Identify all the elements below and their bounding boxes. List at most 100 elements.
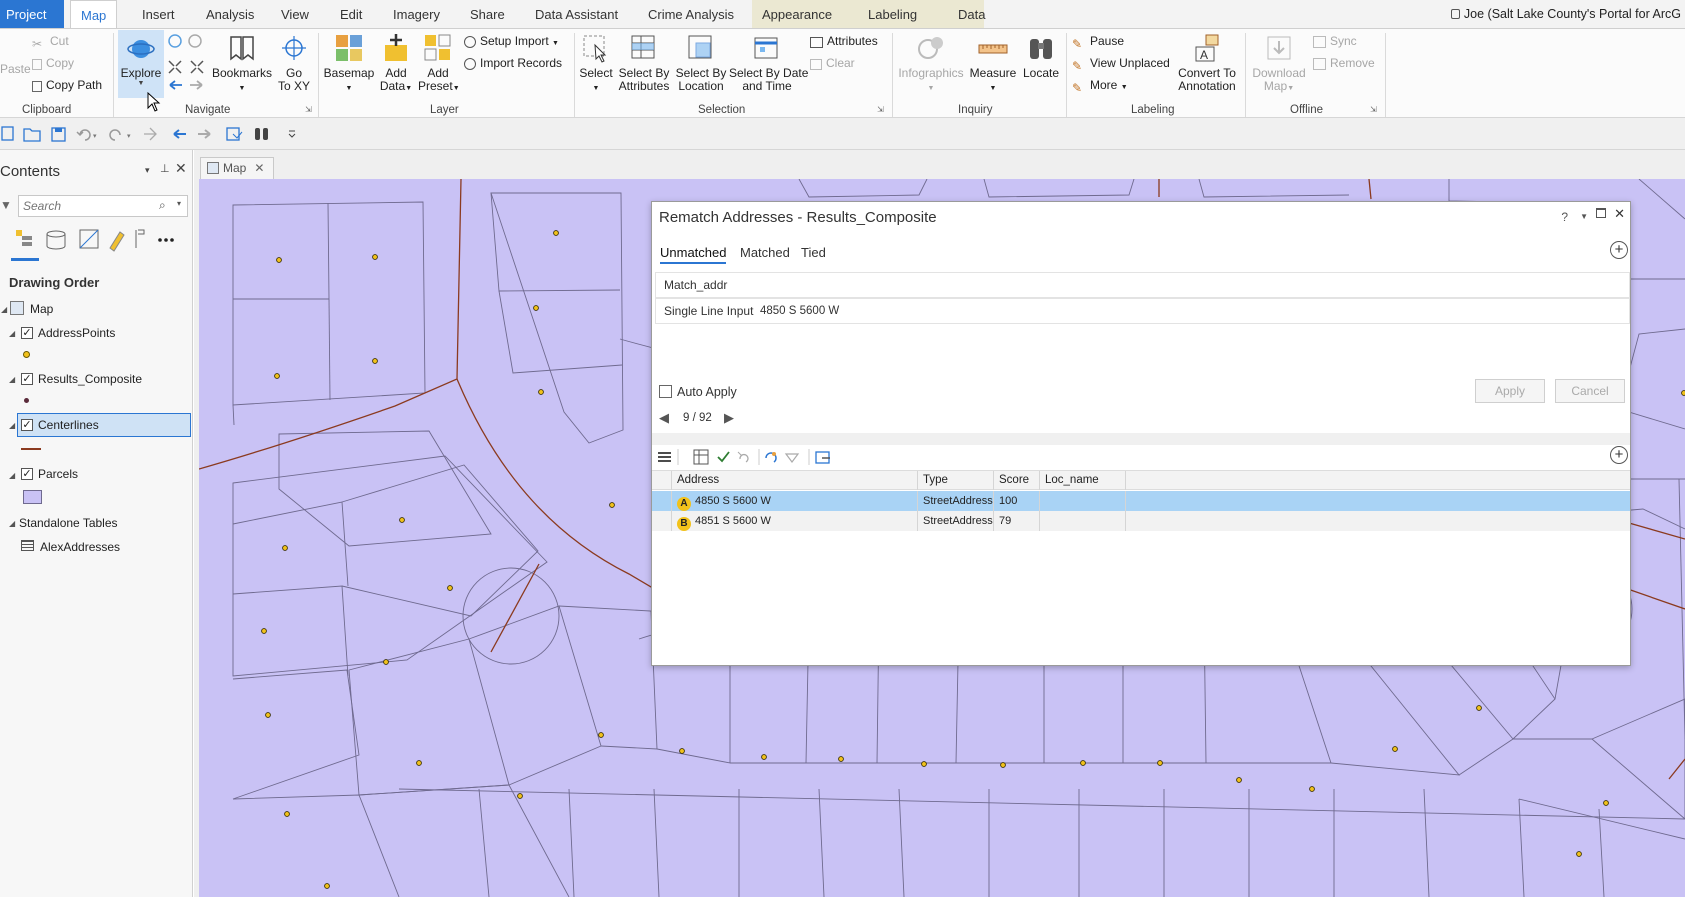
tab-analysis[interactable]: Analysis <box>196 0 264 28</box>
more-options-icon[interactable] <box>158 238 174 242</box>
user-account[interactable]: Joe (Salt Lake County's Portal for ArcG <box>1450 0 1681 28</box>
collapse-triangle-icon[interactable]: ◢ <box>1 305 7 314</box>
collapse-triangle-icon[interactable]: ◢ <box>9 421 15 430</box>
zoom-to-candidate-icon[interactable] <box>765 452 777 463</box>
add-data-button[interactable]: Add Data▼ <box>378 33 414 95</box>
contents-search-box[interactable]: ⌕ ▾ <box>18 195 188 217</box>
toc-layer-centerlines[interactable]: Centerlines <box>38 418 99 432</box>
toc-map[interactable]: Map <box>30 302 53 316</box>
sync-button[interactable]: Sync <box>1313 33 1357 49</box>
dialog-launcher-icon[interactable]: ⇲ <box>1370 105 1377 114</box>
single-line-input-field[interactable]: 4850 S 5600 W <box>760 299 839 323</box>
back-arrow-icon[interactable] <box>173 129 186 139</box>
collapse-triangle-icon[interactable]: ◢ <box>9 519 15 528</box>
open-folder-icon[interactable] <box>23 128 41 142</box>
tab-edit[interactable]: Edit <box>330 0 372 28</box>
customize-dropdown-icon[interactable] <box>288 130 296 138</box>
copy-button[interactable]: Copy <box>32 55 74 71</box>
map-view-tab[interactable]: Map ✕ <box>200 157 274 179</box>
tab-data-assistant[interactable]: Data Assistant <box>525 0 628 28</box>
table-row[interactable]: B 4851 S 5600 W StreetAddress 79 <box>652 511 1630 531</box>
export-icon[interactable] <box>815 451 830 464</box>
add-icon[interactable]: + <box>1610 446 1628 464</box>
clear-selection-button[interactable]: Clear <box>810 55 855 71</box>
tab-crime-analysis[interactable]: Crime Analysis <box>638 0 744 28</box>
chevron-down-icon[interactable]: ▾ <box>177 199 181 208</box>
close-pane-icon[interactable]: ✕ <box>175 160 187 177</box>
search-icon[interactable]: ⌕ <box>159 198 166 213</box>
column-header-address[interactable]: Address <box>672 471 918 490</box>
collapse-triangle-icon[interactable]: ◢ <box>9 329 15 338</box>
flash-candidate-icon[interactable] <box>784 453 800 463</box>
tab-insert[interactable]: Insert <box>132 0 185 28</box>
list-by-drawing-order-icon[interactable] <box>11 230 39 261</box>
select-button[interactable]: Select ▼ <box>578 33 614 95</box>
tab-tied[interactable]: Tied <box>801 245 826 260</box>
cancel-button[interactable]: Cancel <box>1555 379 1625 403</box>
select-by-date-button[interactable]: Select By Date and Time <box>729 33 808 93</box>
row-selector[interactable] <box>652 511 672 531</box>
locate-button[interactable]: Locate <box>1020 33 1062 80</box>
import-records-button[interactable]: Import Records <box>464 55 562 71</box>
add-preset-button[interactable]: Add Preset▼ <box>418 33 460 95</box>
close-icon[interactable]: ✕ <box>1614 206 1625 222</box>
unmatch-icon[interactable] <box>737 451 749 463</box>
help-icon[interactable]: ? <box>1561 210 1568 224</box>
maximize-icon[interactable] <box>1596 208 1606 218</box>
toc-layer-results-composite[interactable]: Results_Composite <box>38 372 142 386</box>
save-edits-icon[interactable] <box>226 127 243 141</box>
bookmarks-button[interactable]: Bookmarks ▼ <box>212 33 272 95</box>
cut-button[interactable]: ✂ Cut <box>32 33 69 51</box>
download-map-button[interactable]: Download Map▼ <box>1249 33 1309 95</box>
column-header-loc-name[interactable]: Loc_name <box>1040 471 1126 490</box>
setup-import-button[interactable]: Setup Import ▼ <box>464 33 559 52</box>
visibility-checkbox[interactable]: ✓ <box>21 327 33 339</box>
column-header-score[interactable]: Score <box>994 471 1040 490</box>
select-by-attributes-button[interactable]: Select By Attributes <box>617 33 671 93</box>
tab-map[interactable]: Map <box>70 0 118 29</box>
visibility-checkbox[interactable]: ✓ <box>21 373 33 385</box>
auto-apply-checkbox[interactable] <box>659 385 672 398</box>
match-checkmark-icon[interactable] <box>717 451 730 463</box>
dialog-launcher-icon[interactable]: ⇲ <box>305 105 312 114</box>
visibility-checkbox[interactable]: ✓ <box>21 468 33 480</box>
close-tab-icon[interactable]: ✕ <box>254 161 264 175</box>
tab-imagery[interactable]: Imagery <box>383 0 450 28</box>
table-row[interactable]: A 4850 S 5600 W StreetAddress 100 <box>652 491 1630 511</box>
toc-table-alexaddresses[interactable]: AlexAddresses <box>40 540 120 554</box>
list-by-snapping-icon[interactable] <box>135 229 145 248</box>
binoculars-icon[interactable] <box>255 128 268 140</box>
basemap-button[interactable]: Basemap ▼ <box>322 33 376 95</box>
paste-button[interactable]: Paste <box>0 63 31 76</box>
attributes-button[interactable]: Attributes <box>810 33 878 49</box>
forward-arrow-icon[interactable] <box>198 129 211 139</box>
list-by-editing-icon[interactable] <box>109 231 125 252</box>
measure-button[interactable]: Measure ▼ <box>968 33 1018 95</box>
remove-button[interactable]: Remove <box>1313 55 1375 71</box>
pause-labeling-button[interactable]: ✎ Pause <box>1072 33 1124 51</box>
apply-button[interactable]: Apply <box>1475 379 1545 403</box>
select-by-location-button[interactable]: Select By Location <box>674 33 728 93</box>
list-by-selection-icon[interactable] <box>79 229 99 249</box>
previous-extent-icon[interactable] <box>144 127 157 141</box>
menu-icon[interactable] <box>658 452 671 462</box>
toc-layer-parcels[interactable]: Parcels <box>38 467 78 481</box>
list-by-source-icon[interactable] <box>46 230 66 250</box>
contents-search-input[interactable] <box>23 197 151 215</box>
next-record-icon[interactable]: ▶ <box>724 410 734 426</box>
tab-data[interactable]: Data <box>948 0 985 28</box>
tab-project[interactable]: Project <box>0 0 64 28</box>
redo-icon[interactable]: ▾ <box>109 129 131 141</box>
dialog-launcher-icon[interactable]: ⇲ <box>877 105 884 114</box>
zoom-tools-icon[interactable] <box>166 33 206 93</box>
collapse-triangle-icon[interactable]: ◢ <box>9 471 15 480</box>
explore-button[interactable]: Explore ▼ <box>118 30 164 98</box>
previous-record-icon[interactable]: ◀ <box>659 410 669 426</box>
view-unplaced-button[interactable]: ✎ View Unplaced <box>1072 55 1170 73</box>
chevron-down-icon[interactable]: ▼ <box>1580 212 1588 221</box>
tab-share[interactable]: Share <box>460 0 515 28</box>
infographics-button[interactable]: Infographics ▼ <box>896 33 966 95</box>
undo-icon[interactable]: ▾ <box>76 129 97 141</box>
tab-labeling[interactable]: Labeling <box>858 0 948 28</box>
pane-options-icon[interactable]: ▾ <box>145 165 150 176</box>
